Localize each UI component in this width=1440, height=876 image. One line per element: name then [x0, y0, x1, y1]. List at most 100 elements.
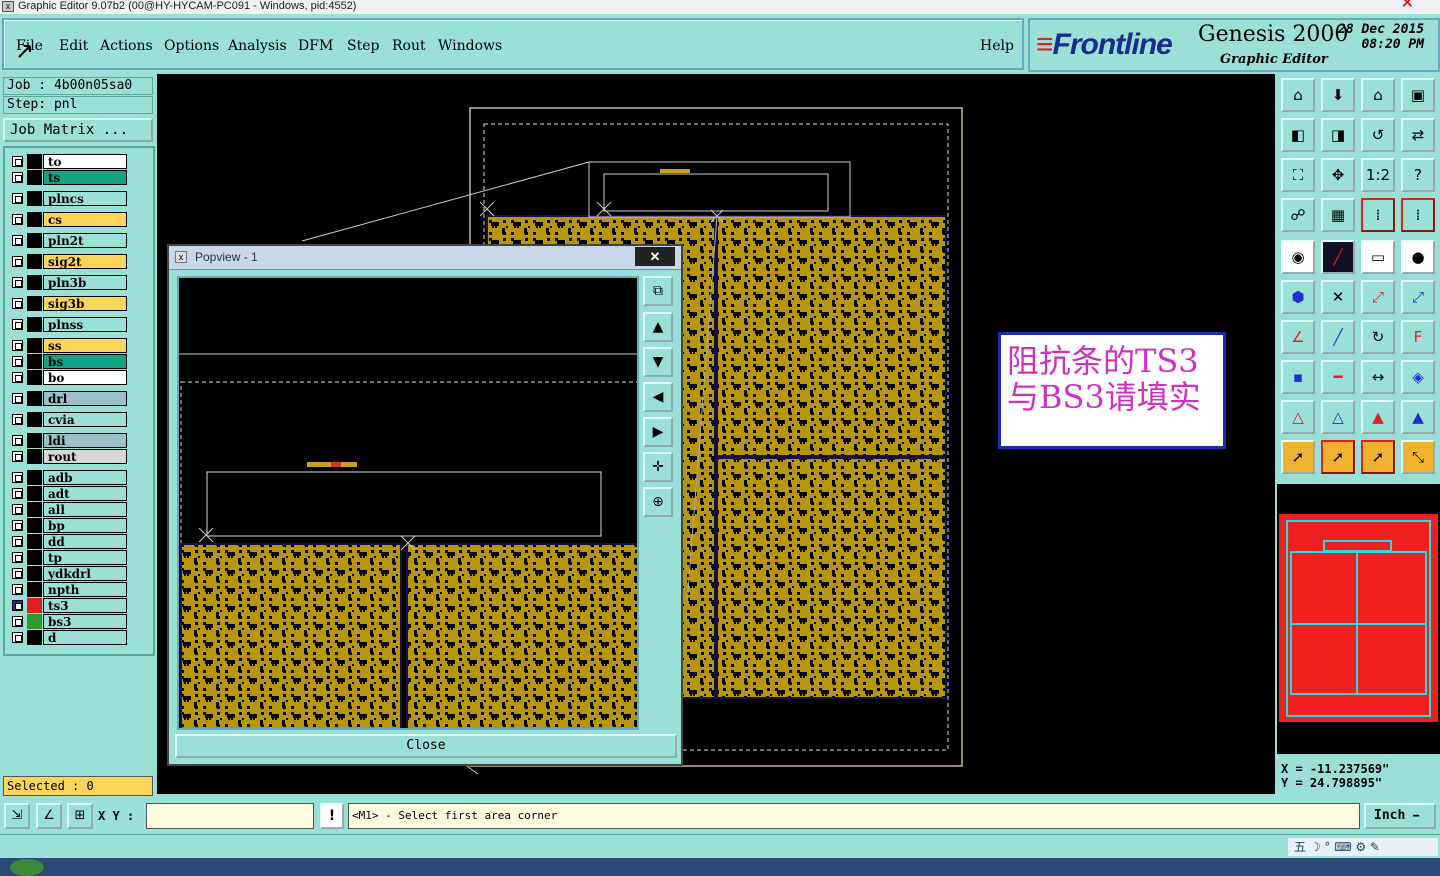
delete-icon[interactable]: ✕ — [1321, 280, 1355, 314]
layer-name[interactable]: ts — [43, 170, 127, 185]
grid-mode-icon[interactable]: ⊞ — [67, 803, 93, 829]
popview-close-button[interactable]: Close — [175, 734, 677, 758]
layer-row-to[interactable]: to — [9, 154, 127, 169]
angle-mode-icon[interactable]: ∠ — [36, 803, 62, 829]
measure-icon[interactable]: ☍ — [1281, 198, 1315, 232]
layer-row-npth[interactable]: npth — [9, 582, 127, 597]
layer-name[interactable]: sig2t — [43, 254, 127, 269]
slash-icon[interactable]: ╱ — [1321, 320, 1355, 354]
pan-left-icon[interactable]: ◧ — [1281, 118, 1315, 152]
layer-checkbox[interactable] — [12, 298, 23, 309]
select-lasso-icon[interactable]: ➚ — [1361, 440, 1395, 474]
layer-checkbox[interactable] — [12, 156, 23, 167]
layer-checkbox[interactable] — [12, 536, 23, 547]
menu-edit[interactable]: Edit — [59, 38, 88, 54]
layer-name[interactable]: sig3b — [43, 296, 127, 311]
layer-checkbox[interactable] — [12, 632, 23, 643]
layer-name[interactable]: plnss — [43, 317, 127, 332]
zoom-one-to-two-icon[interactable]: 1:2 — [1361, 158, 1395, 192]
xy-input[interactable] — [146, 803, 314, 829]
menu-actions[interactable]: Actions — [100, 38, 153, 54]
layer-name[interactable]: cvia — [43, 412, 127, 427]
triangle-blue-icon[interactable]: ▲ — [1401, 400, 1435, 434]
layer-checkbox[interactable] — [12, 616, 23, 627]
layer-row-ts[interactable]: ts — [9, 170, 127, 185]
popview-zoom-home-button[interactable]: ⧉ — [643, 276, 673, 306]
layer-row-sig3b[interactable]: sig3b — [9, 296, 127, 311]
layer-row-adt[interactable]: adt — [9, 486, 127, 501]
layer-row-bp[interactable]: bp — [9, 518, 127, 533]
layer-name[interactable]: bs — [43, 354, 127, 369]
text-icon[interactable]: F — [1401, 320, 1435, 354]
layer-checkbox[interactable] — [12, 172, 23, 183]
layer-checkbox[interactable] — [12, 600, 23, 611]
pan-down-icon[interactable]: ⬇ — [1321, 78, 1355, 112]
home-icon[interactable]: ⌂ — [1361, 78, 1395, 112]
popview-pan-right-button[interactable]: ▶ — [643, 417, 673, 447]
layer-name[interactable]: plncs — [43, 191, 127, 206]
triangle-fill-icon[interactable]: ▲ — [1361, 400, 1395, 434]
layer-checkbox[interactable] — [12, 235, 23, 246]
layer-row-rout[interactable]: rout — [9, 449, 127, 464]
layer-checkbox[interactable] — [12, 568, 23, 579]
window-fit-icon[interactable]: ▣ — [1401, 78, 1435, 112]
layer-checkbox[interactable] — [12, 340, 23, 351]
layer-checkbox[interactable] — [12, 193, 23, 204]
layer-name[interactable]: cs — [43, 212, 127, 227]
layer-row-sig2t[interactable]: sig2t — [9, 254, 127, 269]
alert-icon[interactable]: ! — [320, 803, 344, 829]
layer-name[interactable]: to — [43, 154, 127, 169]
popview-pan-down-button[interactable]: ▼ — [643, 347, 673, 377]
layer-checkbox[interactable] — [12, 256, 23, 267]
layer-checkbox[interactable] — [12, 372, 23, 383]
layer-name[interactable]: d — [43, 630, 127, 645]
layer-name[interactable]: pln3b — [43, 275, 127, 290]
layer-checkbox[interactable] — [12, 472, 23, 483]
connect-icon[interactable]: ⤢ — [1361, 280, 1395, 314]
move-node-icon[interactable]: ⬢ — [1281, 280, 1315, 314]
connect-net-icon[interactable]: ⤢ — [1401, 280, 1435, 314]
layer-row-bs[interactable]: bs — [9, 354, 127, 369]
arc-icon[interactable]: ↻ — [1361, 320, 1395, 354]
menu-options[interactable]: Options — [164, 38, 219, 54]
layer-name[interactable]: rout — [43, 449, 127, 464]
group-icon[interactable]: ◈ — [1401, 360, 1435, 394]
layer-row-bo[interactable]: bo — [9, 370, 127, 385]
overview-map[interactable] — [1277, 484, 1440, 754]
layer-checkbox[interactable] — [12, 414, 23, 425]
pan-right-icon[interactable]: ◨ — [1321, 118, 1355, 152]
layer-row-d[interactable]: d — [9, 630, 127, 645]
angle-icon[interactable]: ∠ — [1281, 320, 1315, 354]
layer-row-ldi[interactable]: ldi — [9, 433, 127, 448]
menu-rout[interactable]: Rout — [392, 38, 426, 54]
layer-row-plncs[interactable]: plncs — [9, 191, 127, 206]
layer-name[interactable]: dd — [43, 534, 127, 549]
layer-name[interactable]: ss — [43, 338, 127, 353]
layer-row-pln2t[interactable]: pln2t — [9, 233, 127, 248]
popview-close-icon[interactable]: ✕ — [635, 247, 675, 266]
ime-toolbar[interactable]: 五 ☽ ° ⌨ ⚙ ✎ — [1288, 838, 1438, 856]
menu-windows[interactable]: Windows — [438, 38, 502, 54]
zoom-home-icon[interactable]: ⌂ — [1281, 78, 1315, 112]
break-icon[interactable]: ━ — [1321, 360, 1355, 394]
popview-canvas[interactable] — [177, 276, 639, 730]
window-close-icon[interactable]: ✕ — [1401, 0, 1414, 12]
select-net-icon[interactable]: ⤡ — [1401, 440, 1435, 474]
layer-row-ydkdrl[interactable]: ydkdrl — [9, 566, 127, 581]
layer-checkbox[interactable] — [12, 520, 23, 531]
stretch-icon[interactable]: ↔ — [1361, 360, 1395, 394]
select-icon[interactable]: ➚ — [1281, 440, 1315, 474]
redraw-icon[interactable]: ⇄ — [1401, 118, 1435, 152]
menu-step[interactable]: Step — [347, 38, 379, 54]
zoom-ratio-icon[interactable]: ↺ — [1361, 118, 1395, 152]
layer-name[interactable]: npth — [43, 582, 127, 597]
triangle-icon[interactable]: △ — [1281, 400, 1315, 434]
select-box-icon[interactable]: ➚ — [1321, 440, 1355, 474]
units-selector[interactable]: Inch ━ — [1364, 803, 1436, 829]
layer-checkbox[interactable] — [12, 488, 23, 499]
start-button[interactable] — [10, 859, 44, 876]
layer-row-plnss[interactable]: plnss — [9, 317, 127, 332]
layer-name[interactable]: bp — [43, 518, 127, 533]
layer-checkbox[interactable] — [12, 435, 23, 446]
layer-row-ss[interactable]: ss — [9, 338, 127, 353]
